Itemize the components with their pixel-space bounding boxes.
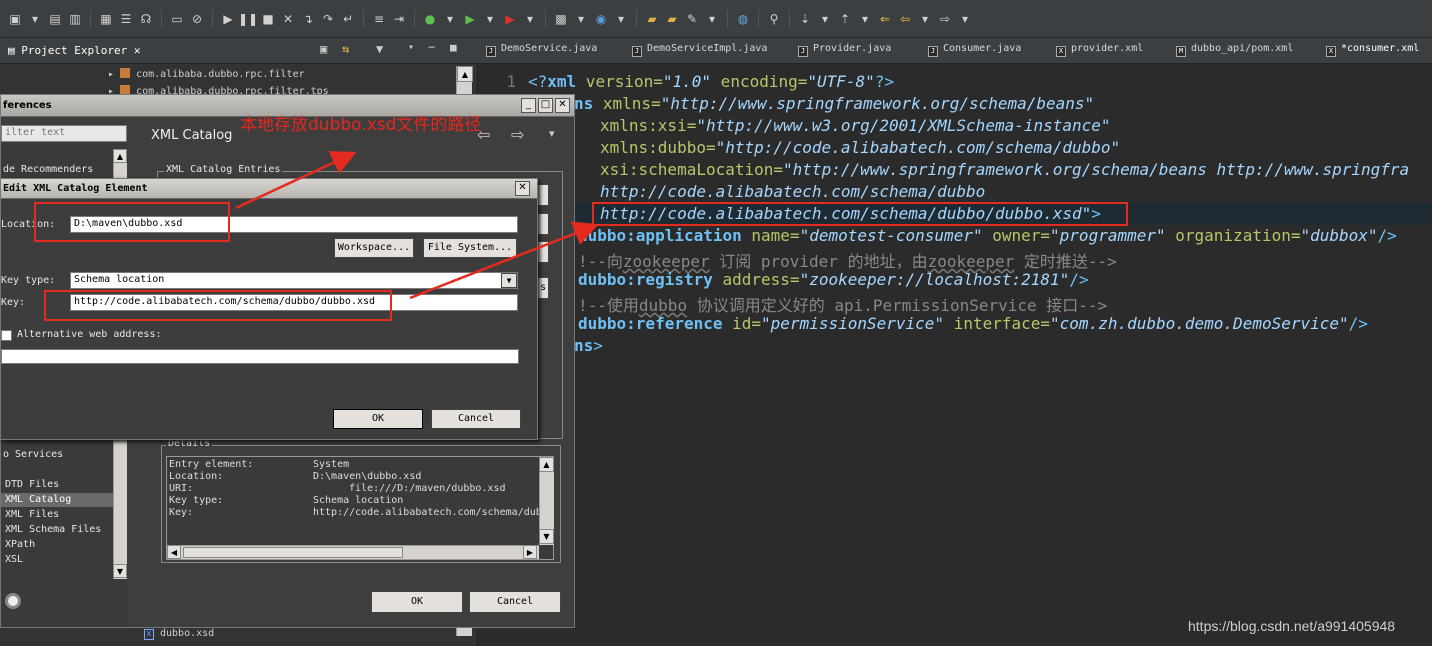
watermark: https://blog.csdn.net/a991405948: [1188, 618, 1396, 634]
annotation-arrow-2: [409, 221, 599, 300]
annotation-arrow-1: [235, 151, 357, 210]
annotation-arrows: [235, 151, 599, 300]
